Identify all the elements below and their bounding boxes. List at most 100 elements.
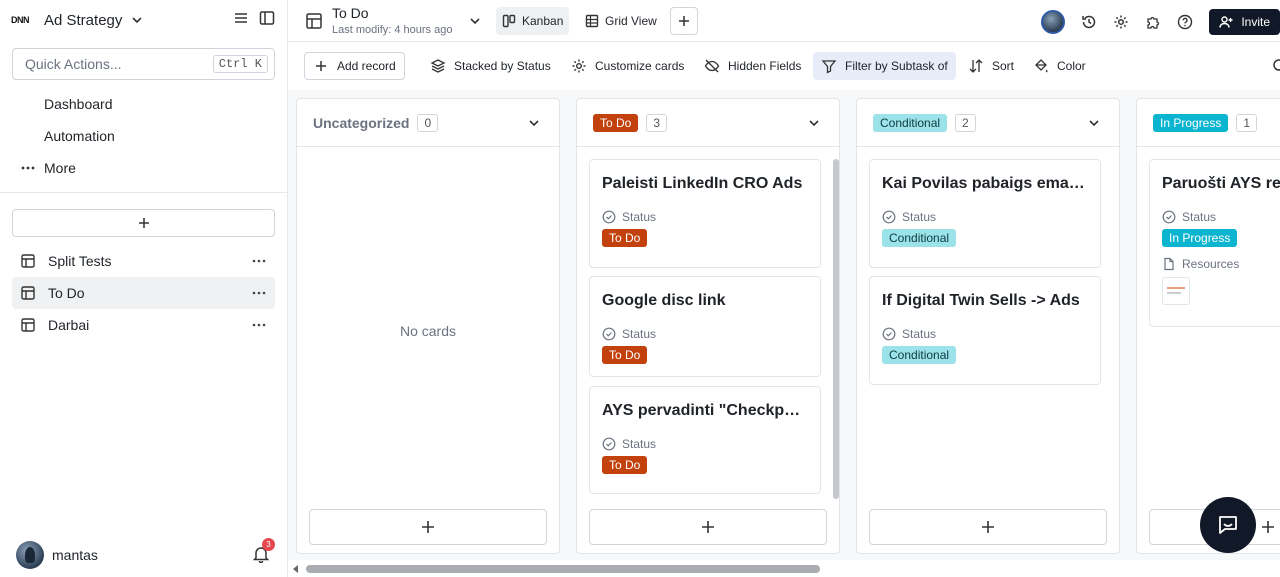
color-button[interactable]: Color [1025,52,1094,80]
dashboard-icon [20,96,36,112]
kanban-card[interactable]: Paruošti AYS re Status In Progress Resou… [1149,159,1280,327]
user-name: mantas [52,547,98,563]
kanban-card[interactable]: Google disc link Status To Do [589,276,821,377]
history-icon[interactable] [1081,14,1097,30]
paint-bucket-icon [1033,58,1049,74]
kanban-card[interactable]: AYS pervadinti "Checkpoint" Status To Do [589,386,821,494]
table-icon [20,317,36,333]
card-title: AYS pervadinti "Checkpoint" [602,402,808,419]
sidebar-toggle-icon[interactable] [259,10,275,26]
column-count: 2 [955,113,976,132]
add-record-button[interactable]: Add record [304,52,405,80]
add-table-button[interactable] [12,209,275,237]
kanban-card[interactable]: Paleisti LinkedIn CRO Ads Status To Do [589,159,821,268]
nav-item-more[interactable]: More [12,152,276,184]
more-options-icon[interactable] [251,317,267,333]
help-icon[interactable] [1177,14,1193,30]
table-item-to-do[interactable]: To Do [12,277,275,309]
filter-button[interactable]: Filter by Subtask of [813,52,956,80]
automation-icon [20,128,36,144]
chevron-down-icon[interactable] [1087,116,1101,130]
hidden-fields-button[interactable]: Hidden Fields [696,52,809,80]
column-header: To Do 3 [577,99,839,147]
column-header: In Progress 1 [1137,99,1280,147]
layers-icon [430,58,446,74]
plus-icon [313,58,329,74]
card-field: Resources [1162,257,1280,271]
check-circle-icon [602,327,616,341]
avatar [16,541,44,569]
table-item-darbai[interactable]: Darbai [12,309,275,341]
plus-icon [1261,520,1275,534]
chat-icon [1216,513,1240,537]
add-view-button[interactable] [670,7,698,35]
filter-icon [821,58,837,74]
kanban-column-conditional: Conditional 2 Kai Povilas pabaigs email … [856,98,1120,554]
chevron-down-icon[interactable] [527,116,541,130]
customize-label: Customize cards [595,59,685,73]
check-circle-icon [602,437,616,451]
nav-item-dashboard[interactable]: Dashboard [12,88,276,120]
attachment-thumbnail[interactable] [1162,277,1190,305]
more-options-icon[interactable] [251,285,267,301]
invite-button[interactable]: Invite [1209,9,1280,35]
chat-button[interactable] [1200,497,1256,553]
scrollbar-thumb[interactable] [306,565,820,573]
field-label: Status [1182,210,1217,224]
column-scrollbar[interactable] [833,159,839,499]
user-plus-icon [1219,15,1233,29]
user-profile[interactable]: mantas [16,541,98,569]
kanban-icon [502,14,516,28]
field-label: Resources [1182,257,1240,271]
status-badge: To Do [602,456,648,474]
more-horizontal-icon [20,160,36,176]
plus-icon [981,520,995,534]
table-item-split-tests[interactable]: Split Tests [12,245,275,277]
sidebar-divider [0,192,287,193]
page-title: To Do [332,5,369,21]
scroll-left-icon[interactable] [292,565,300,573]
status-badge: Conditional [882,346,957,364]
card-title: Kai Povilas pabaigs email sekas [882,175,1088,192]
card-field: Status [882,210,1088,224]
add-card-button[interactable] [589,509,827,545]
puzzle-icon[interactable] [1145,14,1161,30]
gear-icon[interactable] [1113,14,1129,30]
column-title-tag: Conditional [873,113,948,132]
avatar[interactable] [1041,10,1066,34]
kanban-board: Uncategorized 0 No cards To Do 3 Paleist… [288,90,1280,560]
add-record-label: Add record [337,59,396,73]
card-field: Status [1162,210,1280,224]
more-options-icon[interactable] [251,253,267,269]
tab-grid-view[interactable]: Grid View [579,7,663,35]
nav-item-automation[interactable]: Automation [12,120,276,152]
search-icon[interactable] [1272,58,1280,74]
tab-kanban[interactable]: Kanban [496,7,570,35]
quick-actions-search[interactable]: Ctrl K [12,48,275,80]
sort-button[interactable]: Sort [960,52,1022,80]
header: To Do Last modify: 4 hours ago Kanban Gr… [288,0,1280,42]
menu-icon[interactable] [233,10,249,26]
plus-icon [421,520,435,534]
check-circle-icon [602,210,616,224]
kanban-card[interactable]: Kai Povilas pabaigs email sekas Status C… [869,159,1101,268]
column-header: Conditional 2 [857,99,1119,147]
horizontal-scrollbar[interactable] [288,560,1280,577]
quick-actions-input[interactable] [25,56,213,72]
customize-cards-button[interactable]: Customize cards [563,52,692,80]
stacked-by-button[interactable]: Stacked by Status [422,52,559,80]
color-label: Color [1057,59,1086,73]
view-toolbar: Add record Stacked by Status Customize c… [288,42,1280,90]
chevron-down-icon[interactable] [468,14,482,28]
workspace-switcher[interactable]: DNN Ad Strategy [8,8,144,32]
add-card-button[interactable] [309,509,547,545]
plus-icon [138,217,150,229]
kanban-card[interactable]: If Digital Twin Sells -> Ads Status Cond… [869,276,1101,385]
table-icon [20,253,36,269]
card-title: If Digital Twin Sells -> Ads [882,292,1080,309]
add-card-button[interactable] [869,509,1107,545]
hidden-fields-label: Hidden Fields [728,59,802,73]
column-title-tag: In Progress [1153,113,1229,132]
chevron-down-icon[interactable] [807,116,821,130]
sort-label: Sort [992,59,1015,73]
